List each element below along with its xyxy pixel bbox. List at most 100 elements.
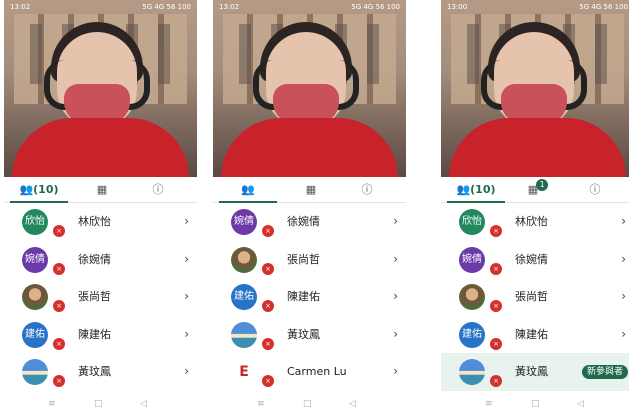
tab-chat[interactable]: ▦ [291, 177, 331, 203]
person-body [449, 118, 626, 177]
participant-name: 黃玟鳳 [78, 365, 111, 378]
info-icon: ⓘ [589, 183, 601, 196]
participant-name: 林欣怡 [515, 215, 548, 228]
chevron-right-icon: › [621, 289, 626, 303]
list-item[interactable]: × 張尚哲 › [213, 241, 406, 279]
phone-screen-2: 13:02 5G 4G 56 100 👥 ▦ ⓘ 婉倩 × 徐婉倩 › × 張尚哲 › 建… [213, 0, 406, 416]
list-item[interactable]: 婉倩 × 徐婉倩 › [441, 241, 629, 279]
participant-name: 陳建佑 [515, 327, 548, 341]
people-icon: 👥 [19, 183, 34, 196]
tab-chat[interactable]: ▦1 [519, 177, 559, 203]
home-icon[interactable]: □ [531, 399, 540, 409]
list-item[interactable]: × 張尚哲 › [441, 278, 629, 316]
list-item[interactable]: 婉倩 × 徐婉倩 › [4, 241, 197, 279]
video-feed: 13:00 5G 4G 56 100 [441, 0, 629, 177]
people-icon: 👥 [456, 183, 471, 196]
participant-name: 張尚哲 [515, 290, 548, 303]
list-item[interactable]: 欣怡 × 林欣怡 › [441, 203, 629, 241]
avatar: 欣怡 [459, 209, 485, 235]
status-bar: 13:02 5G 4G 56 100 [4, 0, 197, 14]
chat-icon: ▦ [96, 183, 108, 196]
participant-name: 徐婉倩 [78, 252, 111, 266]
system-nav-bar: ≡ □ ◁ [213, 395, 406, 416]
back-icon[interactable]: ◁ [577, 399, 584, 409]
mic-muted-icon: × [53, 225, 65, 237]
tab-bar: 👥(10) ▦ ⓘ [4, 177, 197, 203]
avatar [459, 359, 485, 385]
mic-muted-icon: × [490, 300, 502, 312]
mic-muted-icon: × [262, 225, 274, 237]
mic-muted-icon: × [53, 262, 65, 275]
chevron-right-icon: › [184, 364, 189, 378]
tab-bar: 👥 ▦ ⓘ [213, 177, 406, 203]
tab-info[interactable]: ⓘ [575, 177, 615, 203]
list-item[interactable]: 建佑 × 陳建佑 › [213, 278, 406, 316]
mic-muted-icon: × [262, 300, 274, 312]
home-icon[interactable]: □ [303, 399, 312, 409]
status-indicators: 5G 4G 56 100 [351, 3, 400, 11]
status-indicators: 5G 4G 56 100 [142, 3, 191, 11]
participant-list: 婉倩 × 徐婉倩 › × 張尚哲 › 建佑 × 陳建佑 › × 黃玟鳳 › E × Carmen Lu › [213, 203, 406, 391]
participant-list: 欣怡 × 林欣怡 › 婉倩 × 徐婉倩 › × 張尚哲 › 建佑 × 陳建佑 › × 黃玟鳳 新參與者 [441, 203, 629, 391]
phone-screen-1: 13:02 5G 4G 56 100 👥(10) ▦ ⓘ 欣怡 × 林欣怡 › 婉倩 ×… [4, 0, 197, 416]
avatar: 婉倩 [231, 209, 257, 235]
list-item[interactable]: × 張尚哲 › [4, 278, 197, 316]
tab-participants[interactable]: 👥 [219, 177, 277, 203]
avatar [22, 359, 48, 385]
recent-apps-icon[interactable]: ≡ [48, 399, 56, 409]
people-icon: 👥 [241, 183, 255, 196]
tab-info[interactable]: ⓘ [347, 177, 387, 203]
avatar: 建佑 [231, 284, 257, 310]
list-item[interactable]: × 黃玟鳳 › [4, 353, 197, 391]
participant-name: 陳建佑 [287, 290, 320, 303]
info-icon: ⓘ [152, 183, 164, 196]
tab-participants[interactable]: 👥(10) [10, 177, 68, 203]
status-time: 13:02 [219, 3, 240, 11]
participant-list: 欣怡 × 林欣怡 › 婉倩 × 徐婉倩 › × 張尚哲 › 建佑 × 陳建佑 › × 黃玟鳳 › [4, 203, 197, 391]
recent-apps-icon[interactable]: ≡ [257, 399, 265, 409]
system-nav-bar: ≡ □ ◁ [441, 395, 629, 416]
participant-name: 林欣怡 [78, 215, 111, 228]
phone-screen-3: 13:00 5G 4G 56 100 👥(10) ▦1 ⓘ 欣怡 × 林欣怡 › 婉倩… [441, 0, 629, 416]
participant-name: 徐婉倩 [515, 252, 548, 266]
mic-muted-icon: × [262, 375, 274, 387]
chevron-right-icon: › [393, 214, 398, 228]
chevron-right-icon: › [393, 289, 398, 303]
chevron-right-icon: › [184, 289, 189, 303]
list-item[interactable]: 建佑 × 陳建佑 › [4, 316, 197, 354]
video-feed: 13:02 5G 4G 56 100 [4, 0, 197, 177]
list-item[interactable]: × 黃玟鳳 › [213, 316, 406, 354]
back-icon[interactable]: ◁ [349, 399, 356, 409]
participants-count: (10) [33, 183, 59, 196]
status-bar: 13:00 5G 4G 56 100 [441, 0, 629, 14]
avatar [231, 246, 257, 273]
participant-name: 陳建佑 [78, 327, 111, 341]
tab-chat[interactable]: ▦ [82, 177, 122, 203]
avatar [459, 284, 485, 310]
list-item[interactable]: 欣怡 × 林欣怡 › [4, 203, 197, 241]
avatar: 建佑 [459, 321, 485, 348]
new-participant-badge: 新參與者 [581, 365, 628, 379]
participants-count: (10) [470, 183, 496, 196]
home-icon[interactable]: □ [94, 399, 103, 409]
status-time: 13:00 [447, 3, 468, 11]
back-icon[interactable]: ◁ [140, 399, 147, 409]
tab-info[interactable]: ⓘ [138, 177, 178, 203]
list-item[interactable]: 婉倩 × 徐婉倩 › [213, 203, 406, 241]
chat-icon: ▦ [305, 183, 317, 196]
chevron-right-icon: › [621, 251, 626, 266]
recent-apps-icon[interactable]: ≡ [485, 399, 493, 409]
mic-muted-icon: × [53, 375, 65, 387]
video-feed: 13:02 5G 4G 56 100 [213, 0, 406, 177]
list-item[interactable]: × 黃玟鳳 新參與者 [441, 353, 629, 391]
list-item[interactable]: 建佑 × 陳建佑 › [441, 316, 629, 354]
chevron-right-icon: › [393, 326, 398, 341]
mic-muted-icon: × [490, 375, 502, 387]
avatar: 建佑 [22, 321, 48, 348]
participant-name: Carmen Lu [287, 365, 347, 378]
person-body [12, 118, 189, 177]
list-item[interactable]: E × Carmen Lu › [213, 353, 406, 391]
participant-name: 張尚哲 [287, 252, 320, 266]
tab-participants[interactable]: 👥(10) [447, 177, 505, 203]
status-bar: 13:02 5G 4G 56 100 [213, 0, 406, 14]
